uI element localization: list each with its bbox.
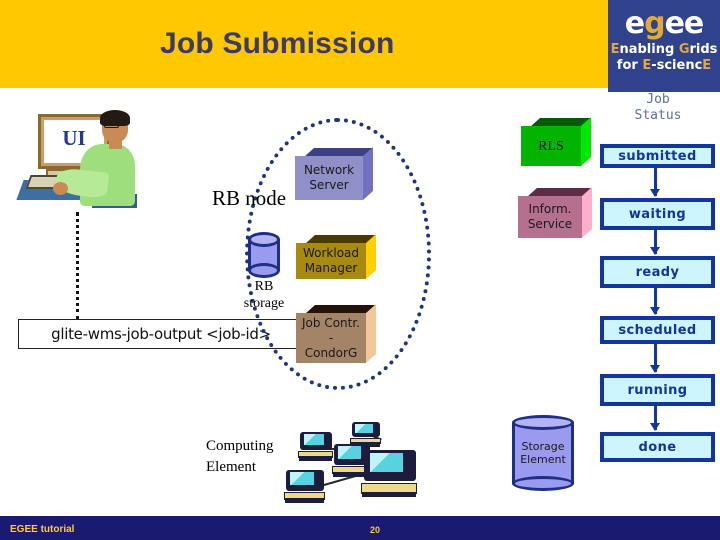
inform-service-line1: Inform. (528, 202, 572, 216)
box-front-face: RLS (521, 126, 581, 166)
job-controller-line3: CondorG (304, 345, 358, 360)
egee-logo-tagline-1: Enabling Grids (610, 42, 718, 57)
box-front-face: Inform. Service (518, 196, 582, 238)
user-interface-workstation: UI (16, 110, 137, 212)
box-side-face (363, 146, 373, 200)
status-label: running (627, 382, 688, 398)
computer-screen (355, 423, 373, 434)
rls-box: RLS (521, 116, 591, 166)
status-label: ready (635, 264, 680, 280)
rb-storage-line2: storage (243, 296, 285, 311)
status-label: scheduled (618, 322, 697, 338)
egee-logo: egee Enabling Grids for E-sciencE (608, 0, 720, 92)
status-label: done (638, 439, 677, 455)
computer-monitor (364, 450, 416, 481)
rb-storage-cylinder (248, 232, 280, 278)
box-side-face (582, 186, 592, 238)
arrow-head-icon (650, 423, 660, 431)
box-side-face (366, 303, 376, 363)
job-controller-line2: - (328, 330, 334, 345)
cylinder-bottom (248, 263, 280, 278)
egee-logo-e1: e (624, 6, 645, 41)
computer-screen (369, 453, 404, 473)
job-status-title-line1: Job (646, 92, 670, 107)
person-glasses-icon (104, 123, 119, 128)
computer-icon (350, 422, 381, 447)
storage-element-line2: Element (520, 453, 566, 466)
job-controller-line1: Job Contr. (302, 315, 360, 330)
slide-canvas: Job Submission egee Enabling Grids for E… (0, 0, 720, 540)
arrow-head-icon (650, 189, 660, 197)
box-front-face: Network Server (295, 156, 363, 200)
workload-manager-box: Workload Manager (296, 233, 376, 279)
storage-element-line1: Storage (521, 440, 565, 453)
egee-logo-ee: ee (664, 6, 705, 41)
workload-manager-line2: Manager (304, 261, 358, 275)
computer-cluster-icon (283, 422, 418, 503)
slide-number: 20 (370, 525, 381, 535)
computer-monitor (300, 432, 332, 451)
person-hand (53, 182, 68, 195)
egee-logo-wordmark: egee (608, 8, 720, 40)
status-box-waiting: waiting (600, 198, 715, 230)
box-front-face: Workload Manager (296, 243, 366, 279)
network-server-box: Network Server (295, 146, 373, 200)
box-front-face: Job Contr. - CondorG (296, 313, 366, 363)
status-box-scheduled: scheduled (600, 316, 715, 344)
job-status-title: Job Status (608, 92, 708, 124)
footer-bar (0, 516, 720, 540)
egee-logo-tagline-2: for E-sciencE (616, 58, 712, 73)
rb-node-label: RB node (212, 186, 287, 210)
page-title: Job Submission (160, 27, 395, 60)
egee-logo-g: g (644, 6, 666, 41)
computer-icon (298, 432, 333, 461)
network-server-line1: Network (303, 163, 355, 177)
footer-label: EGEE tutorial (10, 524, 75, 535)
inform-service-line2: Service (527, 217, 573, 231)
information-service-box: Inform. Service (518, 186, 592, 238)
computer-base (360, 482, 418, 498)
rls-label: RLS (538, 138, 564, 154)
computer-base (283, 492, 325, 503)
computer-monitor (352, 422, 380, 438)
storage-element-cylinder: Storage Element (512, 415, 574, 491)
status-box-running: running (600, 374, 715, 406)
computer-screen (337, 446, 362, 460)
rb-storage-line1: RB (254, 279, 274, 294)
workload-manager-line1: Workload (302, 246, 360, 260)
arrow-head-icon (650, 307, 660, 315)
status-box-done: done (600, 432, 715, 462)
ui-to-command-connector (76, 212, 79, 320)
job-status-title-line2: Status (634, 108, 682, 123)
rb-storage-label: RB storage (228, 278, 300, 312)
computer-screen (290, 472, 315, 486)
network-server-line2: Server (309, 178, 349, 192)
status-box-ready: ready (600, 256, 715, 288)
computer-base (298, 451, 333, 461)
computer-screen (303, 434, 325, 446)
computer-icon (283, 470, 325, 503)
computer-monitor (286, 470, 324, 491)
status-label: waiting (628, 206, 687, 222)
status-label: submitted (618, 148, 697, 164)
box-side-face (581, 116, 591, 166)
computer-icon (360, 450, 418, 498)
status-box-submitted: submitted (600, 144, 715, 168)
cylinder-top (248, 232, 280, 247)
storage-element-label: Storage Element (512, 415, 574, 491)
arrow-head-icon (650, 247, 660, 255)
job-controller-box: Job Contr. - CondorG (296, 303, 376, 363)
arrow-head-icon (650, 365, 660, 373)
